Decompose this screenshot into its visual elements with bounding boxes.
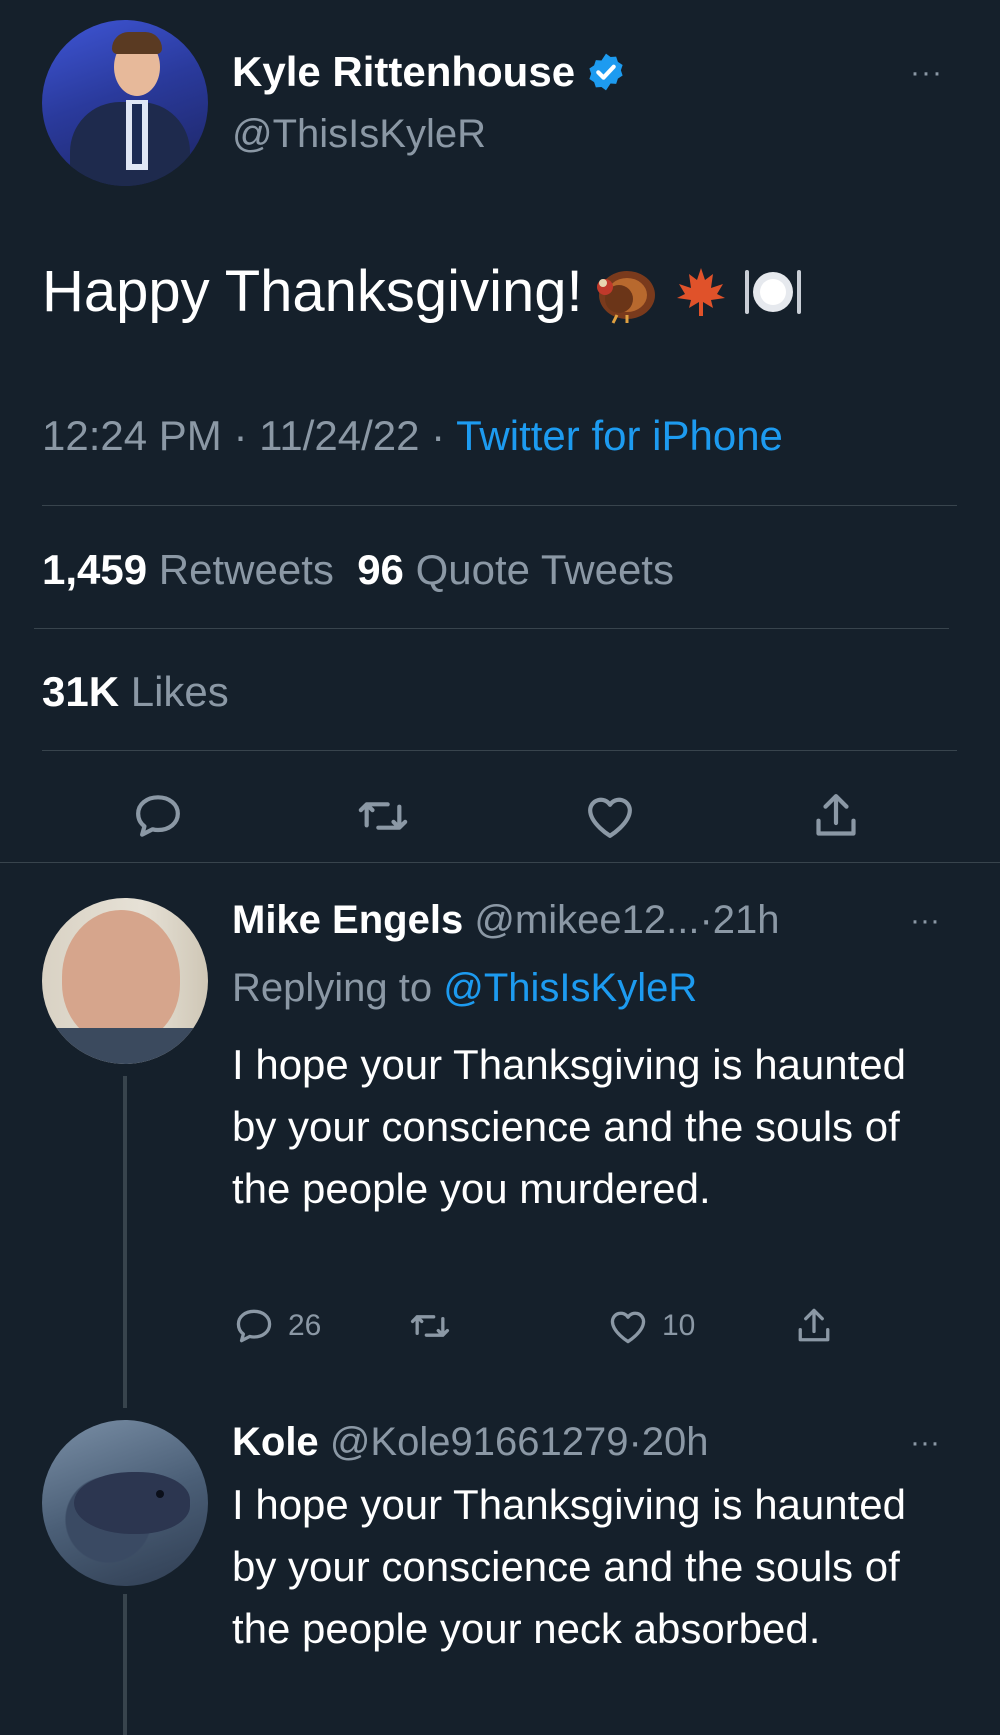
retweet-button[interactable]	[355, 788, 411, 844]
tweet-engagement-stats: 1,459 Retweets 96 Quote Tweets	[42, 546, 674, 594]
reply-author-name[interactable]: Kole	[232, 1420, 319, 1464]
reply-retweet-button[interactable]	[408, 1304, 464, 1348]
quote-tweets-stat[interactable]: 96 Quote Tweets	[357, 546, 674, 593]
divider	[42, 750, 957, 751]
thread-line	[123, 1594, 127, 1735]
author-avatar[interactable]	[42, 20, 208, 186]
tweet-text: Happy Thanksgiving!	[42, 258, 803, 325]
replying-to-handle[interactable]: @ThisIsKyleR	[443, 966, 697, 1010]
reply-header: Kole @Kole91661279·20h	[232, 1420, 709, 1465]
tweet-source-link[interactable]: Twitter for iPhone	[456, 412, 783, 459]
like-count: 10	[662, 1309, 696, 1342]
divider	[0, 862, 1000, 863]
reply-reply-button[interactable]: 26	[232, 1304, 321, 1348]
reply-time[interactable]: 21h	[713, 898, 780, 942]
turkey-emoji-icon	[596, 270, 655, 324]
divider	[42, 505, 957, 506]
author-name-row[interactable]: Kyle Rittenhouse	[232, 48, 627, 96]
reply-avatar[interactable]	[42, 898, 208, 1064]
likes-label: Likes	[130, 668, 229, 715]
reply-text: I hope your Thanksgiving is haunted by y…	[232, 1041, 907, 1212]
reply-like-button[interactable]: 10	[606, 1304, 695, 1348]
share-icon	[816, 794, 856, 836]
author-handle[interactable]: @ThisIsKyleR	[232, 112, 486, 157]
retweets-label: Retweets	[158, 546, 334, 593]
divider	[34, 628, 949, 629]
tweet-date[interactable]: 11/24/22	[259, 412, 419, 459]
reply-count: 26	[288, 1309, 322, 1342]
meta-separator: ·	[233, 412, 248, 459]
reply-share-button[interactable]	[792, 1304, 836, 1348]
replying-to-label: Replying to	[232, 966, 433, 1010]
meta-separator: ·	[431, 412, 446, 459]
more-options-icon[interactable]: ···	[910, 904, 940, 938]
like-button[interactable]	[582, 788, 638, 844]
replying-to: Replying to @ThisIsKyleR	[232, 966, 697, 1011]
verified-badge-icon	[589, 53, 623, 91]
quotes-label: Quote Tweets	[415, 546, 674, 593]
likes-stat[interactable]: 31K Likes	[42, 668, 229, 716]
thread-line	[123, 1076, 127, 1408]
share-icon	[798, 1308, 830, 1342]
reply-icon	[136, 795, 180, 837]
author-name[interactable]: Kyle Rittenhouse	[232, 48, 575, 96]
retweets-count: 1,459	[42, 546, 148, 593]
heart-icon	[588, 797, 632, 838]
heart-icon	[610, 1311, 646, 1344]
quotes-count: 96	[357, 546, 404, 593]
maple-leaf-emoji-icon	[676, 267, 725, 316]
reply-header: Mike Engels @mikee12...·21h	[232, 898, 780, 943]
reply-avatar[interactable]	[42, 1420, 208, 1586]
plate-with-cutlery-emoji-icon	[744, 269, 801, 314]
more-options-icon[interactable]: ···	[910, 1426, 940, 1460]
meta-separator: ·	[628, 1420, 642, 1464]
tweet-time: 12:24 PM	[42, 412, 222, 459]
reply-author-handle[interactable]: @Kole91661279	[330, 1420, 629, 1464]
reply-author-handle[interactable]: @mikee12...	[474, 898, 699, 942]
more-options-icon[interactable]: ···	[910, 56, 943, 90]
share-button[interactable]	[808, 788, 864, 844]
tweet-text-content: Happy Thanksgiving!	[42, 259, 583, 324]
tweet-meta: 12:24 PM · 11/24/22 · Twitter for iPhone	[42, 412, 783, 460]
reply-time[interactable]: 20h	[642, 1420, 709, 1464]
meta-separator: ·	[699, 898, 713, 942]
reply-icon	[236, 1309, 272, 1343]
reply-author-name[interactable]: Mike Engels	[232, 898, 463, 942]
retweet-icon	[358, 802, 408, 830]
retweets-stat[interactable]: 1,459 Retweets	[42, 546, 334, 593]
likes-count: 31K	[42, 668, 120, 715]
reply-text: I hope your Thanksgiving is haunted by y…	[232, 1481, 907, 1652]
reply-button[interactable]	[130, 788, 186, 844]
retweet-icon	[410, 1315, 450, 1337]
